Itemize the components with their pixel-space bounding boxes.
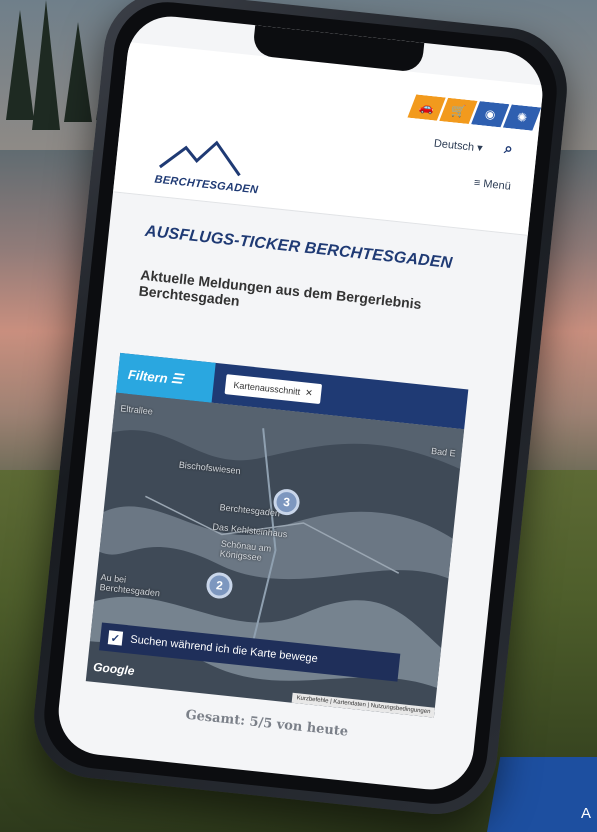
close-icon[interactable]: ✕ <box>305 387 314 399</box>
corner-badge: A <box>487 757 597 832</box>
sliders-icon: ☰ <box>166 370 184 387</box>
language-select[interactable]: Deutsch ▾ <box>433 137 483 155</box>
language-label: Deutsch <box>433 137 475 154</box>
page-subtitle: Aktuelle Meldungen aus dem Bergerlebnis … <box>138 266 423 313</box>
search-icon[interactable]: ⌕ <box>503 140 513 158</box>
menu-label: Menü <box>482 177 512 193</box>
site-header: 🚗 🛒 ◉ ✺ Deutsch ▾ ⌕ ≡ Menü BERCHTESGADEN <box>113 42 544 236</box>
phone-screen: 🚗 🛒 ◉ ✺ Deutsch ▾ ⌕ ≡ Menü BERCHTESGADEN… <box>54 12 547 794</box>
quick-tabs: 🚗 🛒 ◉ ✺ <box>411 94 541 131</box>
menu-button[interactable]: ≡ Menü <box>473 177 511 193</box>
filter-chip-map-section[interactable]: Kartenausschnitt ✕ <box>224 374 322 405</box>
location-pin-icon[interactable]: ◉ <box>471 100 509 128</box>
filter-label: Filtern <box>127 366 169 386</box>
checkbox-checked[interactable]: ✓ <box>107 630 124 646</box>
corner-badge-text: A <box>580 805 591 822</box>
tree <box>6 10 34 120</box>
map[interactable]: Eltrallee Bad E Bischofswiesen Berchtesg… <box>85 392 465 718</box>
chip-label: Kartenausschnitt <box>233 379 301 397</box>
tree <box>32 0 60 130</box>
ticker-title: AUSFLUGS-TICKER BERCHTESGADEN <box>144 222 454 273</box>
sun-icon[interactable]: ✺ <box>503 104 541 132</box>
shopping-cart-icon[interactable]: 🛒 <box>439 97 477 125</box>
car-icon[interactable]: 🚗 <box>407 94 445 122</box>
tree <box>64 22 92 122</box>
smartphone: 🚗 🛒 ◉ ✺ Deutsch ▾ ⌕ ≡ Menü BERCHTESGADEN… <box>27 0 574 821</box>
chevron-down-icon: ▾ <box>476 142 484 155</box>
